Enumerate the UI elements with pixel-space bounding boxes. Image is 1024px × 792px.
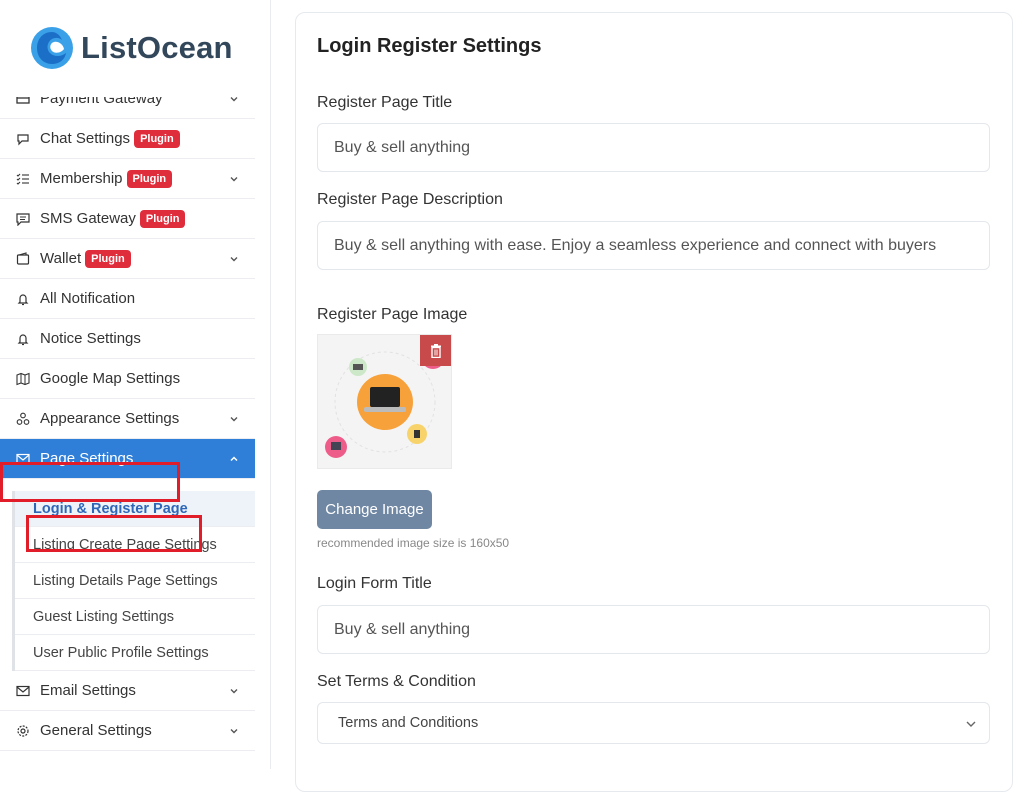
chat-bubble-icon	[16, 132, 30, 146]
trash-icon	[430, 343, 441, 358]
sidebar-item-page-settings[interactable]: Page Settings	[0, 439, 255, 479]
listocean-logo-icon	[31, 27, 73, 69]
wallet-card-icon	[16, 97, 30, 106]
chevron-down-icon	[230, 416, 238, 421]
chevron-up-icon	[230, 455, 238, 461]
sidebar-item-chat-settings[interactable]: Chat Settings Plugin	[0, 119, 255, 159]
page-settings-submenu: Login & Register Page Listing Create Pag…	[12, 491, 255, 671]
brand-name: ListOcean	[81, 30, 233, 65]
plugin-badge: Plugin	[139, 209, 186, 228]
sidebar-item-wallet[interactable]: Wallet Plugin	[0, 239, 255, 279]
gear-icon	[16, 724, 30, 738]
sidebar-item-notice-settings[interactable]: Notice Settings	[0, 319, 255, 359]
sidebar-item-all-notification[interactable]: All Notification	[0, 279, 255, 319]
image-size-hint: recommended image size is 160x50	[317, 536, 510, 550]
subitem-guest-listing-settings[interactable]: Guest Listing Settings	[15, 599, 255, 635]
sidebar-item-google-map-settings[interactable]: Google Map Settings	[0, 359, 255, 399]
subitem-listing-create-page-settings[interactable]: Listing Create Page Settings	[15, 527, 255, 563]
register-description-label: Register Page Description	[317, 191, 503, 208]
subitem-login-register-page[interactable]: Login & Register Page	[15, 491, 255, 527]
register-image-preview	[317, 334, 452, 469]
wallet-icon	[16, 251, 30, 266]
terms-condition-label: Set Terms & Condition	[317, 673, 476, 690]
bell-icon	[16, 332, 30, 346]
terms-condition-selected: Terms and Conditions	[338, 715, 479, 731]
sidebar-menu: Payment Gateway Chat Settings Plugin Mem…	[0, 97, 255, 769]
message-square-icon	[16, 212, 30, 226]
brand-logo[interactable]: ListOcean	[30, 26, 233, 70]
map-icon	[16, 372, 30, 386]
chevron-down-icon	[230, 728, 238, 733]
login-form-title-input[interactable]: Buy & sell anything	[317, 605, 990, 654]
delete-image-button[interactable]	[420, 335, 451, 366]
plugin-badge: Plugin	[85, 249, 131, 268]
register-title-input[interactable]: Buy & sell anything	[317, 123, 990, 172]
checklist-icon	[16, 172, 30, 186]
chevron-down-icon	[230, 688, 238, 693]
envelope-icon	[16, 684, 30, 698]
envelope-icon	[16, 452, 30, 466]
sidebar-item-appearance-settings[interactable]: Appearance Settings	[0, 399, 255, 439]
page-title: Login Register Settings	[317, 35, 542, 57]
chevron-down-icon	[230, 97, 238, 101]
register-description-input[interactable]: Buy & sell anything with ease. Enjoy a s…	[317, 221, 990, 270]
terms-condition-select[interactable]: Terms and Conditions	[317, 702, 990, 744]
register-image-label: Register Page Image	[317, 306, 468, 323]
chevron-down-icon	[230, 256, 238, 261]
login-form-title-label: Login Form Title	[317, 575, 432, 592]
shapes-icon	[16, 412, 30, 426]
plugin-badge: Plugin	[126, 169, 173, 188]
chevron-down-icon	[230, 176, 238, 181]
sidebar-item-email-settings[interactable]: Email Settings	[0, 671, 255, 711]
sidebar-item-general-settings[interactable]: General Settings	[0, 711, 255, 751]
login-register-settings-card: Login Register Settings Register Page Ti…	[295, 12, 1013, 792]
register-title-label: Register Page Title	[317, 94, 453, 111]
sidebar-item-sms-gateway[interactable]: SMS Gateway Plugin	[0, 199, 255, 239]
subitem-listing-details-page-settings[interactable]: Listing Details Page Settings	[15, 563, 255, 599]
chevron-down-icon	[966, 721, 976, 727]
sidebar-item-membership[interactable]: Membership Plugin	[0, 159, 255, 199]
sidebar-item-payment-gateway[interactable]: Payment Gateway	[0, 97, 255, 119]
change-image-button[interactable]: Change Image	[317, 490, 432, 529]
bell-icon	[16, 292, 30, 306]
sidebar: ListOcean Payment Gateway Chat Settings …	[0, 0, 271, 769]
plugin-badge: Plugin	[134, 129, 180, 148]
subitem-user-public-profile-settings[interactable]: User Public Profile Settings	[15, 635, 255, 671]
